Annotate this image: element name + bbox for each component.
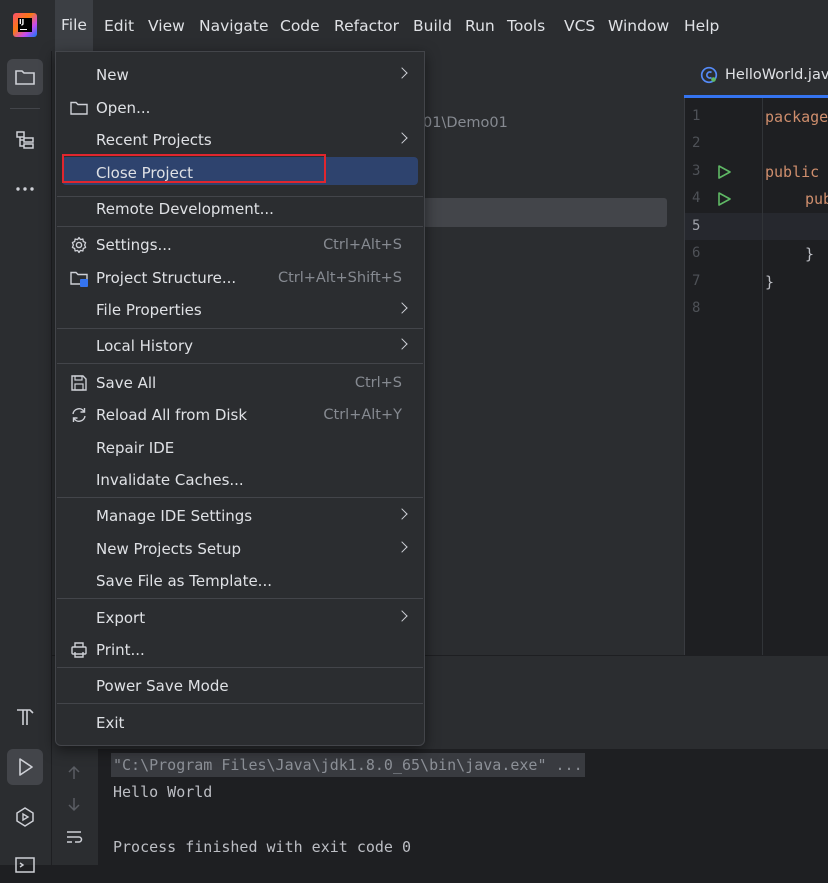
menu-navigate[interactable]: Navigate — [199, 15, 269, 37]
menu-item-reload-all-from-disk[interactable]: Reload All from Disk Ctrl+Alt+Y — [56, 400, 424, 430]
line-number: 3 — [692, 163, 701, 179]
menu-item-new[interactable]: New — [56, 60, 424, 90]
chevron-right-icon — [396, 541, 408, 553]
code-line-7: } — [765, 273, 775, 291]
more-dots-icon — [16, 187, 34, 191]
run-tool-button[interactable] — [7, 749, 43, 785]
tool-window-strip — [0, 51, 52, 873]
services-icon — [16, 807, 34, 827]
run-gutter-icon[interactable] — [717, 165, 731, 179]
line-number: 2 — [692, 135, 701, 151]
menu-file[interactable]: File — [55, 0, 93, 51]
console-output-line: Hello World — [113, 783, 213, 801]
gear-icon — [71, 236, 87, 254]
menu-help[interactable]: Help — [684, 15, 719, 37]
menu-item-save-file-as-template[interactable]: Save File as Template... — [56, 566, 424, 596]
menu-item-exit[interactable]: Exit — [56, 708, 424, 738]
menu-item-repair-ide[interactable]: Repair IDE — [56, 433, 424, 463]
services-tool-button[interactable] — [7, 799, 43, 835]
menu-view[interactable]: View — [148, 15, 185, 37]
menu-item-file-properties[interactable]: File Properties — [56, 295, 424, 325]
line-number: 1 — [692, 108, 701, 124]
structure-tool-button[interactable] — [7, 122, 43, 158]
menu-tools[interactable]: Tools — [507, 15, 545, 37]
menu-item-power-save-mode[interactable]: Power Save Mode — [56, 671, 424, 701]
structure-icon — [16, 131, 34, 149]
console-exit-message: Process finished with exit code 0 — [113, 838, 412, 856]
menu-refactor[interactable]: Refactor — [334, 15, 399, 37]
annotation-highlight-box — [62, 154, 326, 183]
line-number: 5 — [692, 218, 701, 234]
menu-item-settings[interactable]: Settings... Ctrl+Alt+S — [56, 230, 424, 260]
run-icon — [19, 758, 33, 776]
console-command-line: "C:\Program Files\Java\jdk1.8.0_65\bin\j… — [111, 753, 585, 777]
menu-run[interactable]: Run — [465, 15, 495, 37]
line-number: 6 — [692, 245, 701, 261]
terminal-icon — [15, 857, 35, 873]
code-line-6: } — [805, 245, 815, 263]
menu-vcs[interactable]: VCS — [564, 15, 595, 37]
menu-item-remote-development[interactable]: Remote Development... — [56, 194, 424, 224]
arrow-up-icon[interactable] — [66, 765, 82, 781]
build-tool-button[interactable] — [7, 699, 43, 735]
menu-item-project-structure[interactable]: Project Structure... Ctrl+Alt+Shift+S — [56, 263, 424, 293]
chevron-right-icon — [396, 302, 408, 314]
code-line-3: public — [765, 163, 820, 181]
run-gutter-icon[interactable] — [717, 192, 731, 206]
console-side-toolbar — [52, 749, 98, 865]
save-icon — [71, 375, 87, 391]
project-structure-icon — [70, 271, 88, 287]
arrow-down-icon[interactable] — [66, 796, 82, 812]
menu-item-invalidate-caches[interactable]: Invalidate Caches... — [56, 465, 424, 495]
folder-icon — [15, 70, 35, 85]
chevron-right-icon — [396, 67, 408, 79]
line-number: 7 — [692, 273, 701, 289]
menu-item-save-all[interactable]: Save All Ctrl+S — [56, 368, 424, 398]
line-number: 8 — [692, 300, 701, 316]
chevron-right-icon — [396, 338, 408, 350]
line-number: 4 — [692, 190, 701, 206]
project-tree-selected-row[interactable] — [423, 198, 667, 227]
menu-item-recent-projects[interactable]: Recent Projects — [56, 125, 424, 155]
menu-window[interactable]: Window — [608, 15, 669, 37]
menu-bar: IJ File Edit View Navigate Code Refactor… — [0, 0, 828, 51]
terminal-tool-button[interactable] — [7, 847, 43, 883]
menu-build[interactable]: Build — [413, 15, 452, 37]
chevron-right-icon — [396, 132, 408, 144]
menu-edit[interactable]: Edit — [104, 15, 134, 37]
chevron-right-icon — [396, 508, 408, 520]
folder-icon — [70, 101, 88, 115]
menu-item-local-history[interactable]: Local History — [56, 331, 424, 361]
menu-item-new-projects-setup[interactable]: New Projects Setup — [56, 534, 424, 564]
more-tools-button[interactable] — [7, 171, 43, 207]
menu-item-print[interactable]: Print... — [56, 635, 424, 665]
code-line-4: pub — [805, 190, 828, 208]
printer-icon — [71, 642, 87, 658]
menu-item-manage-ide-settings[interactable]: Manage IDE Settings — [56, 501, 424, 531]
hammer-icon — [17, 709, 34, 725]
project-tool-button[interactable] — [7, 59, 43, 95]
code-line-1: package — [765, 108, 828, 126]
chevron-right-icon — [396, 610, 408, 622]
reload-icon — [72, 408, 86, 422]
editor-tab-helloworld[interactable]: HelloWorld.jav — [725, 67, 828, 83]
project-path-text: 01\Demo01 — [423, 115, 508, 131]
menu-code[interactable]: Code — [280, 15, 320, 37]
intellij-logo-icon[interactable]: IJ — [13, 13, 37, 37]
menu-item-open[interactable]: Open... — [56, 93, 424, 123]
soft-wrap-icon[interactable] — [65, 829, 83, 845]
menu-item-export[interactable]: Export — [56, 603, 424, 633]
java-class-icon — [700, 66, 718, 84]
